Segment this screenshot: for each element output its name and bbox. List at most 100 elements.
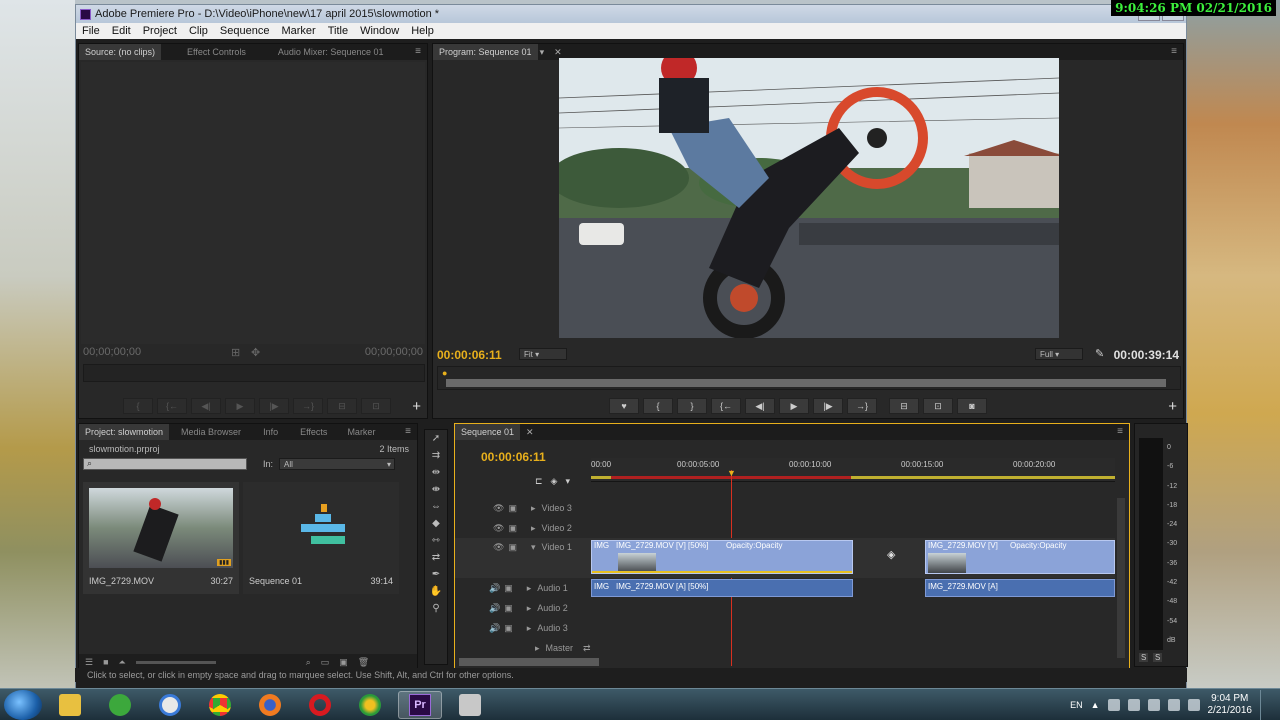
lock-icon[interactable]: ▣ <box>508 523 517 534</box>
tab-sequence-01[interactable]: Sequence 01 <box>455 424 521 440</box>
eye-icon[interactable]: 👁 <box>493 542 504 553</box>
set-marker-icon[interactable]: ◈ <box>551 476 558 487</box>
tray-app-icon[interactable] <box>1107 698 1120 711</box>
tab-audio-mixer[interactable]: Audio Mixer: Sequence 01 <box>272 44 390 60</box>
razor-tool-icon[interactable]: ◆ <box>428 518 444 532</box>
wrench-icon[interactable]: ✎ <box>1095 347 1104 360</box>
lock-icon[interactable]: ▣ <box>504 623 513 634</box>
tab-effect-controls[interactable]: Effect Controls <box>181 44 252 60</box>
zoom-slider[interactable] <box>135 660 216 664</box>
transition-icon[interactable]: ◈ <box>887 548 895 561</box>
track-video-1[interactable]: 👁 ▣ ▾ Video 1 IMG IMG_2729.MOV [V] [50%] Op… <box>455 538 1115 578</box>
menu-file[interactable]: File <box>76 25 106 37</box>
source-step-back-button[interactable]: ◀| <box>191 398 221 414</box>
solo-right-button[interactable]: S <box>1153 653 1163 662</box>
playhead-marker-icon[interactable]: ● <box>442 368 447 378</box>
source-mark-in-button[interactable]: { <box>123 398 153 414</box>
source-step-forward-button[interactable]: |▶ <box>259 398 289 414</box>
track-video-3[interactable]: 👁 ▣ ▸ Video 3 <box>455 498 1115 518</box>
find-icon[interactable]: ⌕ <box>306 657 311 668</box>
snap-icon[interactable]: ⊏ <box>535 476 543 487</box>
lock-icon[interactable]: ▣ <box>508 542 517 553</box>
playhead-handle-icon[interactable]: ▼ <box>727 468 736 478</box>
rate-stretch-tool-icon[interactable]: ⇔ <box>428 501 444 515</box>
solo-left-button[interactable]: S <box>1139 653 1149 662</box>
source-overwrite-button[interactable]: ⊡ <box>361 398 391 414</box>
track-video-2[interactable]: 👁 ▣ ▸ Video 2 <box>455 518 1115 538</box>
tab-info[interactable]: Info <box>257 424 284 440</box>
export-frame-button[interactable]: ◙ <box>957 398 987 414</box>
expand-arrow-icon[interactable]: ▸ <box>535 643 540 654</box>
taskbar-app-globe[interactable] <box>348 691 392 719</box>
fit-dropdown[interactable]: Fit ▾ <box>519 348 567 360</box>
timeline-timecode[interactable]: 00:00:06:11 <box>481 450 546 464</box>
slide-tool-icon[interactable]: ⇄ <box>428 552 444 566</box>
tab-media-browser[interactable]: Media Browser <box>175 424 247 440</box>
speaker-icon[interactable]: 🔊 <box>489 603 500 614</box>
tab-close-icon[interactable]: ✕ <box>554 47 562 58</box>
tray-app-icon-2[interactable] <box>1127 698 1140 711</box>
icon-view-icon[interactable]: ■ <box>103 657 108 667</box>
source-insert-button[interactable]: ⊟ <box>327 398 357 414</box>
expand-arrow-icon[interactable]: ▸ <box>531 503 536 514</box>
track-audio-3[interactable]: 🔊 ▣ ▸ Audio 3 <box>455 618 1115 638</box>
selection-tool-icon[interactable]: ➚ <box>428 433 444 447</box>
eye-icon[interactable]: 👁 <box>493 503 504 514</box>
project-panel-menu-icon[interactable]: ≡ <box>405 426 411 437</box>
new-item-icon[interactable]: ▣ <box>339 657 348 668</box>
timeline-zoom-scrollbar[interactable] <box>459 658 599 666</box>
window-titlebar[interactable]: Adobe Premiere Pro - D:\Video\iPhone\new… <box>76 5 1186 23</box>
lock-icon[interactable]: ▣ <box>508 503 517 514</box>
safe-margins-icon[interactable]: ⊞ <box>231 346 240 359</box>
extract-button[interactable]: ⊡ <box>923 398 953 414</box>
timeline-panel-menu-icon[interactable]: ≡ <box>1117 426 1123 437</box>
lock-icon[interactable]: ▣ <box>504 603 513 614</box>
master-toggle-icon[interactable]: ⇄ <box>583 643 591 654</box>
delete-icon[interactable]: 🗑 <box>358 657 369 668</box>
automate-icon[interactable]: ⏶ <box>119 657 126 668</box>
expand-arrow-icon[interactable]: ▸ <box>531 523 536 534</box>
program-dropdown-icon[interactable]: ▾ <box>540 47 545 58</box>
encore-marker-icon[interactable]: ▾ <box>565 476 570 487</box>
project-item-clip[interactable]: ▮▮▮ IMG_2729.MOV 30:27 <box>83 482 239 594</box>
tab-effects[interactable]: Effects <box>294 424 333 440</box>
taskbar-opera[interactable] <box>298 691 342 719</box>
program-add-button-icon[interactable]: + <box>1168 398 1177 415</box>
program-panel-menu-icon[interactable]: ≡ <box>1171 46 1177 57</box>
taskbar-premiere[interactable]: Pr <box>398 690 442 719</box>
lift-button[interactable]: ⊟ <box>889 398 919 414</box>
pen-tool-icon[interactable]: ✒ <box>428 569 444 583</box>
taskbar-explorer[interactable] <box>48 691 92 719</box>
tab-marker[interactable]: Marker <box>341 424 381 440</box>
menu-sequence[interactable]: Sequence <box>214 25 276 37</box>
system-clock[interactable]: 9:04 PM 2/21/2016 <box>1208 693 1253 717</box>
menu-edit[interactable]: Edit <box>106 25 137 37</box>
taskbar-itunes[interactable] <box>148 691 192 719</box>
menu-window[interactable]: Window <box>354 25 405 37</box>
step-forward-button[interactable]: |▶ <box>813 398 843 414</box>
track-master[interactable]: ▸ Master ⇄ <box>455 638 1115 658</box>
video-clip-a[interactable]: IMG IMG_2729.MOV [V] [50%] Opacity:Opaci… <box>591 540 853 574</box>
speaker-icon[interactable]: 🔊 <box>489 583 500 594</box>
source-play-button[interactable]: ▶ <box>225 398 255 414</box>
menu-project[interactable]: Project <box>137 25 183 37</box>
eye-icon[interactable]: 👁 <box>493 523 504 534</box>
expand-arrow-icon[interactable]: ▸ <box>527 623 532 634</box>
go-to-out-button[interactable]: →} <box>847 398 877 414</box>
network-icon[interactable] <box>1167 698 1180 711</box>
quality-dropdown[interactable]: Full ▾ <box>1035 348 1083 360</box>
tab-project[interactable]: Project: slowmotion <box>79 424 170 440</box>
menu-marker[interactable]: Marker <box>275 25 321 37</box>
taskbar-app-green[interactable] <box>98 691 142 719</box>
project-search-input[interactable]: ⌕ <box>83 458 247 470</box>
in-filter-dropdown[interactable]: All ▾ <box>279 458 395 470</box>
source-add-button-icon[interactable]: + <box>412 398 421 415</box>
tab-program[interactable]: Program: Sequence 01 <box>433 44 538 60</box>
taskbar-firefox[interactable] <box>248 691 292 719</box>
program-timecode-current[interactable]: 00:00:06:11 <box>437 348 502 362</box>
list-view-icon[interactable]: ☰ <box>85 657 93 668</box>
taskbar-app-tool[interactable] <box>448 691 492 719</box>
program-scrubber[interactable]: ● <box>437 366 1181 390</box>
go-to-in-button[interactable]: {← <box>711 398 741 414</box>
expand-arrow-icon[interactable]: ▸ <box>527 583 532 594</box>
